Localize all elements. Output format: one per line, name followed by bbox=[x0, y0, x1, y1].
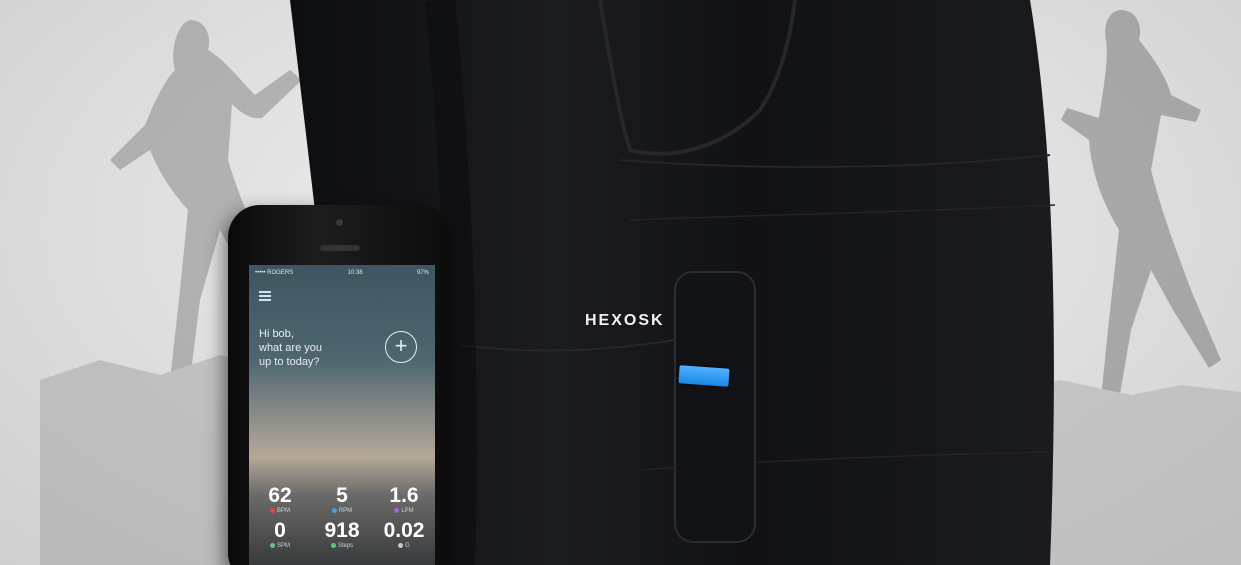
metric-value: 0 bbox=[274, 519, 286, 542]
metric-acceleration: 0.02 G bbox=[373, 520, 435, 551]
metric-unit: LPM bbox=[401, 508, 414, 514]
metric-ventilation: 1.6 LPM bbox=[373, 485, 435, 516]
add-activity-button[interactable]: + bbox=[385, 331, 417, 363]
metric-value: 918 bbox=[324, 519, 360, 542]
clock-label: 10:38 bbox=[347, 270, 363, 276]
metric-cadence: 0 SPM bbox=[249, 520, 311, 551]
metric-steps: 918 Steps bbox=[311, 520, 373, 551]
greeting-line: Hi bob, bbox=[259, 328, 294, 340]
metric-unit: BPM bbox=[276, 508, 290, 514]
battery-label: 97% bbox=[416, 270, 429, 276]
metric-unit: G bbox=[405, 543, 410, 549]
speaker-grille bbox=[320, 245, 360, 251]
smartphone: ••••• ROGERS 10:38 97% Hi bob, what are … bbox=[228, 205, 450, 565]
metric-value: 5 bbox=[336, 484, 348, 507]
metric-breathing-rate: 5 RPM bbox=[311, 485, 373, 516]
status-bar: ••••• ROGERS 10:38 97% bbox=[255, 270, 429, 276]
sensor-tag bbox=[678, 365, 730, 387]
acceleration-icon bbox=[398, 542, 404, 548]
metric-unit: Steps bbox=[337, 543, 354, 549]
product-photo: HEXOSK ••••• ROGERS 10:38 97% Hi bob, wh… bbox=[0, 0, 1241, 565]
steps-icon bbox=[330, 542, 336, 548]
metric-unit: SPM bbox=[276, 543, 290, 549]
greeting-text: Hi bob, what are you up to today? bbox=[259, 327, 369, 369]
cadence-icon bbox=[269, 542, 275, 548]
metrics-grid: 62 BPM 5 RPM 1.6 LPM 0 SPM 918 Steps 0.0… bbox=[249, 485, 435, 551]
metric-value: 0.02 bbox=[383, 519, 425, 542]
carrier-label: ••••• ROGERS bbox=[255, 270, 294, 276]
camera-icon bbox=[336, 219, 343, 226]
heart-icon bbox=[269, 507, 275, 513]
metric-unit: RPM bbox=[338, 508, 353, 514]
metric-value: 62 bbox=[268, 484, 292, 507]
brand-logo-text: HEXOSK bbox=[585, 312, 665, 329]
ventilation-icon bbox=[394, 507, 400, 513]
greeting-line: what are you bbox=[259, 342, 322, 354]
app-screen: ••••• ROGERS 10:38 97% Hi bob, what are … bbox=[249, 265, 435, 565]
metric-value: 1.6 bbox=[389, 484, 419, 507]
menu-icon[interactable] bbox=[259, 291, 271, 301]
greeting-line: up to today? bbox=[259, 356, 320, 368]
lungs-icon bbox=[331, 507, 337, 513]
metric-heart-rate: 62 BPM bbox=[249, 485, 311, 516]
